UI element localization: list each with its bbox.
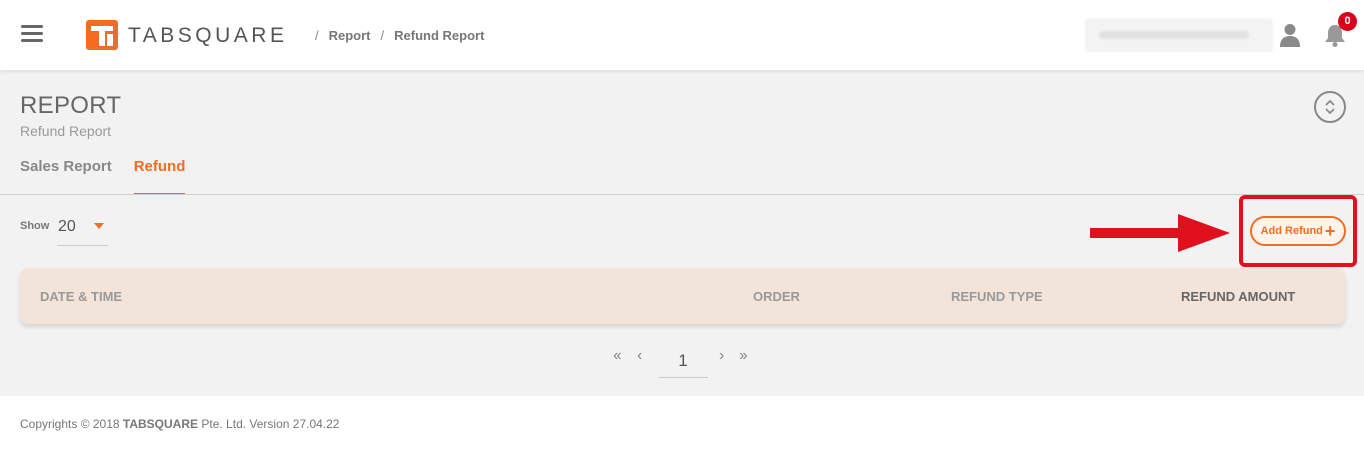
page-size-select[interactable]: 20 (57, 214, 108, 246)
plus-icon: + (1324, 221, 1336, 241)
current-page[interactable]: 1 (658, 348, 708, 378)
show-label: Show (20, 220, 50, 232)
tab-refund[interactable]: Refund (133, 158, 186, 195)
main-content: REPORT Refund Report Sales Report Refund… (0, 70, 1364, 396)
refund-table-header: DATE & TIME ORDER REFUND TYPE REFUND AMO… (20, 268, 1345, 324)
column-refund-type[interactable]: REFUND TYPE (951, 289, 1043, 304)
breadcrumb-report[interactable]: Report (329, 28, 371, 43)
next-page-icon[interactable]: › (719, 347, 725, 365)
tab-divider (0, 194, 1364, 195)
first-page-icon[interactable]: ‹‹ (613, 347, 622, 365)
page-title: REPORT (20, 92, 122, 119)
column-date-time[interactable]: DATE & TIME (40, 289, 122, 304)
user-icon[interactable] (1279, 23, 1301, 47)
add-refund-label: Add Refund (1260, 225, 1323, 237)
breadcrumb: / Report / Refund Report (315, 28, 485, 43)
tab-sales-report[interactable]: Sales Report (20, 158, 112, 195)
report-tabs: Sales Report Refund (20, 158, 186, 195)
last-page-icon[interactable]: ›› (739, 347, 748, 365)
top-header: TABSQUARE / Report / Refund Report 0 (0, 0, 1364, 70)
page-size-value: 20 (58, 218, 76, 235)
page-subtitle: Refund Report (20, 123, 112, 139)
tabsquare-logo-icon (86, 20, 118, 50)
arrow-right-icon (1090, 214, 1230, 252)
add-refund-button[interactable]: Add Refund + (1250, 216, 1346, 246)
prev-page-icon[interactable]: ‹ (637, 347, 643, 365)
footer-copyright: Copyrights © 2018 TABSQUARE Pte. Ltd. Ve… (20, 417, 340, 431)
pagination: ‹‹ ‹ 1 › ›› (0, 342, 1364, 382)
notification-badge: 0 (1338, 12, 1357, 31)
caret-down-icon (94, 223, 104, 229)
column-refund-amount[interactable]: REFUND AMOUNT (1181, 289, 1295, 304)
user-name-blurred (1085, 18, 1273, 52)
logo-text: TABSQUARE (128, 24, 288, 47)
breadcrumb-refund-report[interactable]: Refund Report (394, 28, 484, 43)
column-order[interactable]: ORDER (753, 289, 800, 304)
menu-icon[interactable] (21, 25, 43, 43)
collapse-icon[interactable] (1314, 91, 1346, 123)
